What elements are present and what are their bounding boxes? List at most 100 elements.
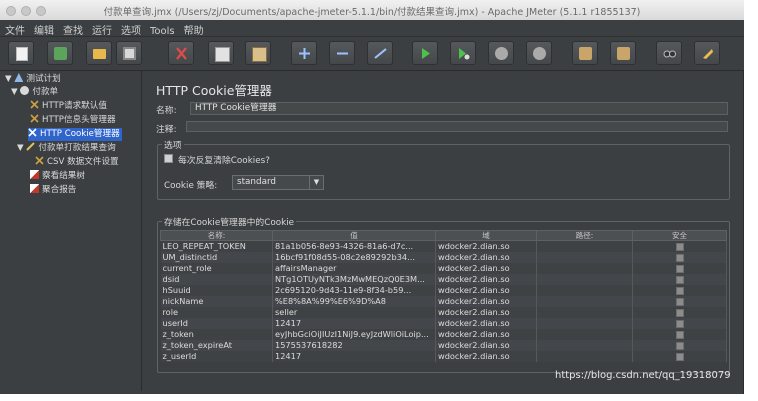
cookie-value-cell[interactable]: 2c695120-9d43-11e9-8f34-b59... (272, 285, 436, 296)
cookie-secure-cell[interactable] (632, 351, 727, 362)
cookie-value-cell[interactable]: 1575537618282 (272, 340, 436, 351)
tree-node-http-defaults[interactable]: HTTP请求默认值 (30, 100, 107, 113)
cookie-name-cell[interactable]: current_role (160, 263, 273, 274)
cookie-path-cell[interactable] (536, 340, 633, 351)
cookie-value-cell[interactable]: eyJhbGciOiJIUzI1NiJ9.eyJzdWliOiLoip... (272, 329, 436, 340)
cookie-domain-cell[interactable]: wdocker2.dian.so (435, 340, 537, 351)
cookie-value-cell[interactable]: NTg1OTUyNTk3MzMwMEQzQ0E3M... (272, 274, 436, 285)
cookie-path-cell[interactable] (536, 240, 633, 252)
cookie-domain-cell[interactable]: wdocker2.dian.so (435, 240, 537, 252)
cookie-secure-cell[interactable] (632, 240, 727, 252)
menu-run[interactable]: 运行 (87, 20, 116, 37)
column-header[interactable]: 名称: (160, 230, 273, 241)
cookie-name-cell[interactable]: UM_distinctid (160, 252, 273, 263)
cookie-value-cell[interactable]: 12417 (272, 318, 436, 329)
menu-file[interactable]: 文件 (0, 20, 29, 37)
table-row[interactable]: LEO_REPEAT_TOKEN 81a1b056-8e93-4326-81a6-… (160, 240, 727, 252)
cookie-path-cell[interactable] (536, 318, 633, 329)
cookie-value-cell[interactable]: affairsManager (272, 263, 436, 274)
cookie-domain-cell[interactable]: wdocker2.dian.so (435, 296, 537, 307)
cookie-domain-cell[interactable]: wdocker2.dian.so (435, 285, 537, 296)
tree-node-test-plan[interactable]: ▼ 测试计划 (5, 73, 61, 86)
table-row[interactable]: dsid NTg1OTUyNTk3MzMwMEQzQ0E3M... wdocker2… (160, 274, 727, 285)
open-button[interactable] (86, 41, 112, 65)
cookie-secure-cell[interactable] (632, 318, 727, 329)
cookie-path-cell[interactable] (536, 307, 633, 318)
table-row[interactable]: userId 12417 wdocker2.dian.so (160, 318, 727, 329)
name-field[interactable]: HTTP Cookie管理器 (190, 102, 728, 115)
table-row[interactable]: current_role affairsManager wdocker2.dian.… (160, 263, 727, 274)
cookie-domain-cell[interactable]: wdocker2.dian.so (435, 274, 537, 285)
tree-node-csv-data-set[interactable]: CSV 数据文件设置 (35, 156, 119, 169)
table-row[interactable]: z_token eyJhbGciOiJIUzI1NiJ9.eyJzdWliOiLo… (160, 329, 727, 340)
copy-button[interactable] (208, 41, 234, 65)
cookie-value-cell[interactable]: seller (272, 307, 436, 318)
cookie-domain-cell[interactable]: wdocker2.dian.so (435, 263, 537, 274)
shutdown-button[interactable] (526, 41, 552, 65)
secure-checkbox[interactable] (675, 242, 684, 251)
cookie-secure-cell[interactable] (632, 252, 727, 263)
table-row[interactable]: z_userId 12417 wdocker2.dian.so (160, 351, 727, 362)
secure-checkbox[interactable] (675, 341, 684, 350)
clear-button[interactable] (572, 41, 598, 65)
cookie-path-cell[interactable] (536, 296, 633, 307)
secure-checkbox[interactable] (675, 264, 684, 273)
table-row[interactable]: nickName %E8%8A%99%E6%9D%A8 wdocker2.dian.… (160, 296, 727, 307)
column-header[interactable]: 路径: (536, 230, 633, 241)
secure-checkbox[interactable] (675, 352, 684, 361)
cookie-value-cell[interactable]: %E8%8A%99%E6%9D%A8 (272, 296, 436, 307)
cookie-policy-select[interactable]: standard ▼ (232, 175, 324, 190)
menu-help[interactable]: 帮助 (179, 20, 208, 37)
secure-checkbox[interactable] (675, 286, 684, 295)
search-button[interactable] (656, 41, 682, 65)
new-button[interactable] (8, 41, 34, 65)
column-header[interactable]: 域 (435, 230, 537, 241)
cookie-name-cell[interactable]: LEO_REPEAT_TOKEN (160, 240, 273, 252)
cookie-domain-cell[interactable]: wdocker2.dian.so (435, 252, 537, 263)
secure-checkbox[interactable] (675, 253, 684, 262)
save-button[interactable] (116, 41, 142, 65)
cookie-secure-cell[interactable] (632, 340, 727, 351)
cookie-secure-cell[interactable] (632, 274, 727, 285)
paste-button[interactable] (245, 41, 271, 65)
toggle-button[interactable] (367, 41, 393, 65)
cookie-path-cell[interactable] (536, 351, 633, 362)
cookie-secure-cell[interactable] (632, 263, 727, 274)
comment-field[interactable] (186, 121, 728, 132)
cookie-name-cell[interactable]: nickName (160, 296, 273, 307)
cookie-secure-cell[interactable] (632, 285, 727, 296)
secure-checkbox[interactable] (675, 297, 684, 306)
cookie-domain-cell[interactable]: wdocker2.dian.so (435, 318, 537, 329)
cookie-domain-cell[interactable]: wdocker2.dian.so (435, 329, 537, 340)
reset-search-button[interactable] (694, 41, 720, 65)
tree-node-header-manager[interactable]: HTTP信息头管理器 (30, 114, 116, 127)
cookie-value-cell[interactable]: 12417 (272, 351, 436, 362)
tree-node-view-results-tree[interactable]: 察看结果树 (30, 170, 85, 183)
cookie-secure-cell[interactable] (632, 329, 727, 340)
column-header[interactable]: 安全 (632, 230, 727, 241)
start-button[interactable] (412, 41, 438, 65)
table-row[interactable]: z_token_expireAt 1575537618282 wdocker2.di… (160, 340, 727, 351)
secure-checkbox[interactable] (675, 330, 684, 339)
templates-button[interactable] (47, 41, 73, 65)
cookie-path-cell[interactable] (536, 285, 633, 296)
cookie-secure-cell[interactable] (632, 296, 727, 307)
cookie-name-cell[interactable]: z_userId (160, 351, 273, 362)
secure-checkbox[interactable] (675, 319, 684, 328)
clear-all-button[interactable] (610, 41, 636, 65)
menu-edit[interactable]: 编辑 (29, 20, 58, 37)
expand-button[interactable] (291, 41, 317, 65)
cookie-path-cell[interactable] (536, 274, 633, 285)
cookie-domain-cell[interactable]: wdocker2.dian.so (435, 351, 537, 362)
tree-node-aggregate-report[interactable]: 聚合报告 (30, 184, 76, 197)
column-header[interactable]: 值 (272, 230, 436, 241)
cookie-path-cell[interactable] (536, 252, 633, 263)
table-row[interactable]: role seller wdocker2.dian.so (160, 307, 727, 318)
cookie-value-cell[interactable]: 16bcf91f08d55-08c2e89292b34... (272, 252, 436, 263)
stop-button[interactable] (488, 41, 514, 65)
table-row[interactable]: hSuuid 2c695120-9d43-11e9-8f34-b59... wdoc… (160, 285, 727, 296)
menu-search[interactable]: 查找 (58, 20, 87, 37)
tree-node-payment-result-query[interactable]: ▼ 付款单打款结果查询 (17, 142, 116, 155)
clear-each-iteration-checkbox[interactable] (164, 154, 173, 163)
cookie-name-cell[interactable]: role (160, 307, 273, 318)
